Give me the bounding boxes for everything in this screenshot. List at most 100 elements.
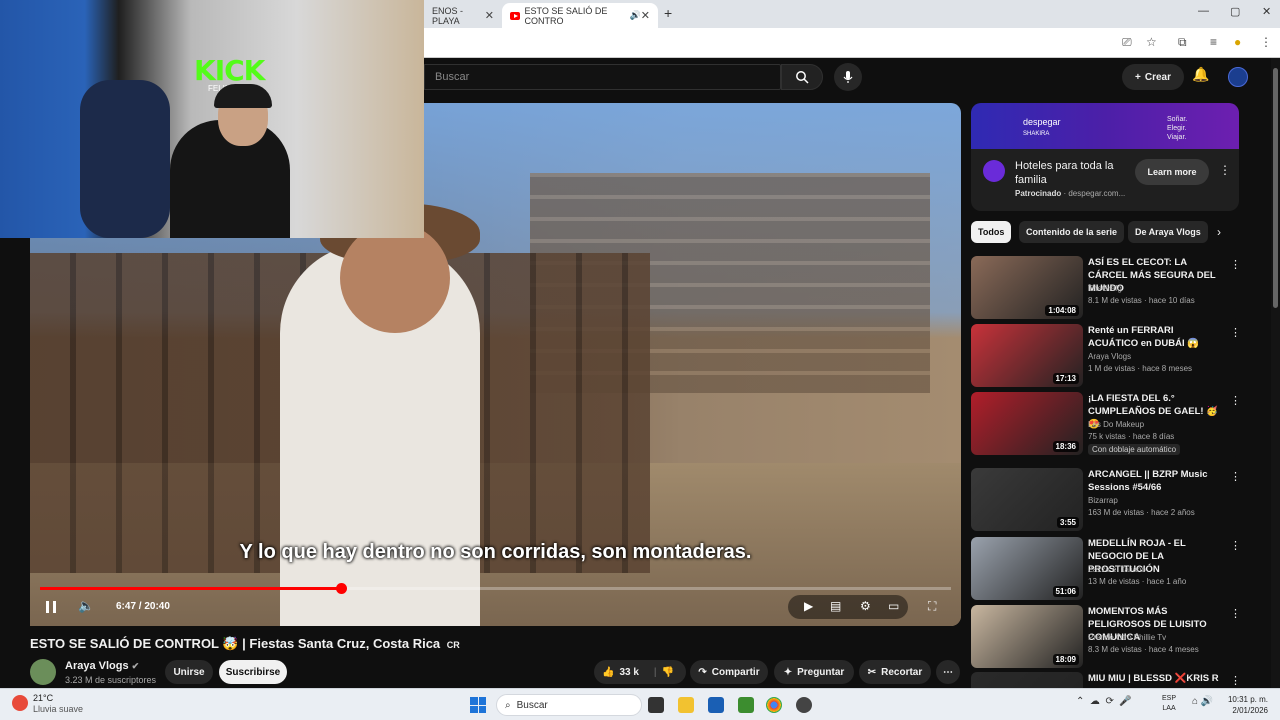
account-avatar[interactable]: [1228, 67, 1248, 87]
pause-button[interactable]: [46, 601, 56, 613]
page-scrollbar[interactable]: [1271, 58, 1280, 688]
fullscreen-icon[interactable]: ⛶: [928, 599, 936, 614]
taskbar-search[interactable]: ⌕ Buscar: [496, 694, 642, 716]
maximize-button[interactable]: ▢: [1230, 5, 1240, 18]
close-window-button[interactable]: ✕: [1262, 5, 1271, 18]
channel-name[interactable]: Araya Vlogs: [1088, 352, 1131, 361]
reading-list-icon[interactable]: ≡: [1210, 35, 1217, 49]
chrome-icon[interactable]: [766, 697, 782, 713]
recommended-video[interactable]: 17:13 Renté un FERRARI ACUÁTICO en DUBÁI …: [971, 324, 1241, 388]
channel-avatar[interactable]: [30, 659, 56, 685]
browser-menu-icon[interactable]: ⋮: [1260, 35, 1272, 49]
start-button[interactable]: [470, 697, 486, 713]
more-options-icon[interactable]: ⋮: [1230, 674, 1241, 687]
more-options-icon[interactable]: ⋮: [1230, 607, 1241, 620]
thumbs-down-icon[interactable]: 👎: [662, 667, 674, 678]
autoplay-icon[interactable]: ▶: [804, 599, 813, 613]
video-thumbnail[interactable]: 18:09: [971, 605, 1083, 668]
channel-name[interactable]: Bizarrap: [1088, 496, 1118, 505]
sponsored-ad-card[interactable]: despegar SHAKIRA Soñar. Elegir. Viajar. …: [971, 103, 1239, 211]
voice-search-button[interactable]: [834, 63, 862, 91]
video-thumbnail[interactable]: 51:06: [971, 537, 1083, 600]
tab-close-icon[interactable]: ✕: [485, 9, 494, 22]
cast-icon[interactable]: ⎚: [1122, 35, 1132, 50]
more-options-icon[interactable]: ⋮: [1230, 539, 1241, 552]
channel-name[interactable]: Prende Otro Phillie Tv: [1088, 633, 1166, 642]
video-thumbnail[interactable]: 3:55: [971, 468, 1083, 531]
notifications-bell-icon[interactable]: 🔔: [1192, 66, 1209, 83]
video-thumbnail[interactable]: 1:04:08: [971, 256, 1083, 319]
thumbs-up-icon[interactable]: 👍: [602, 667, 614, 678]
clip-label: Recortar: [881, 666, 923, 678]
progress-bar[interactable]: [40, 583, 951, 594]
task-view-icon[interactable]: [648, 697, 664, 713]
video-thumbnail[interactable]: 17:13: [971, 324, 1083, 387]
bookmark-star-icon[interactable]: ☆: [1146, 35, 1157, 49]
chevron-right-icon[interactable]: ›: [1217, 225, 1221, 239]
recommended-video[interactable]: 51:06 MEDELLÍN ROJA - EL NEGOCIO DE LA PR…: [971, 537, 1241, 601]
subtitles-icon[interactable]: ▤: [830, 599, 841, 613]
profile-icon[interactable]: ●: [1234, 35, 1241, 49]
scrollbar-thumb[interactable]: [1273, 68, 1278, 308]
video-meta: 13 M de vistas · hace 1 año: [1088, 577, 1187, 586]
miniplayer-icon[interactable]: ▭: [888, 599, 899, 613]
chip-channel[interactable]: De Araya Vlogs: [1128, 221, 1208, 243]
more-options-icon[interactable]: ⋮: [1230, 326, 1241, 339]
speaker-icon[interactable]: 🔊: [630, 10, 641, 21]
more-actions-button[interactable]: ⋯: [936, 660, 960, 684]
minimize-button[interactable]: —: [1198, 5, 1209, 17]
app-icon[interactable]: [796, 697, 812, 713]
video-title[interactable]: MIU MIU | BLESSD ❌KRIS R: [1088, 672, 1224, 685]
new-tab-button[interactable]: +: [664, 5, 672, 21]
search-button[interactable]: [781, 64, 823, 90]
more-options-icon[interactable]: ⋮: [1230, 470, 1241, 483]
video-title[interactable]: Renté un FERRARI ACUÁTICO en DUBÁI 😱: [1088, 324, 1224, 350]
language-indicator[interactable]: ESP LAA: [1162, 694, 1176, 714]
share-button[interactable]: ↷ Compartir: [690, 660, 768, 684]
more-options-icon[interactable]: ⋮: [1230, 258, 1241, 271]
video-meta: 8.3 M de vistas · hace 4 meses: [1088, 645, 1199, 654]
webcam-chair: [80, 80, 170, 238]
ad-tagline: Soñar. Elegir. Viajar.: [1167, 115, 1187, 142]
channel-name[interactable]: Araya Vlogs ✔: [65, 660, 139, 672]
tray-icons[interactable]: ⌃ ☁ ⟳ 🎤: [1076, 696, 1132, 707]
clock[interactable]: 10:31 p. m. 2/01/2026: [1224, 694, 1268, 716]
browser-tab-active[interactable]: ESTO SE SALIÓ DE CONTRO 🔊 ✕: [502, 3, 658, 28]
channel-name[interactable]: Les Do Makeup: [1088, 420, 1144, 429]
clip-button[interactable]: ✂ Recortar: [859, 660, 931, 684]
network-volume-icons[interactable]: ⌂ 🔊: [1192, 696, 1213, 707]
channel-name[interactable]: Zazza el italiano: [1088, 565, 1146, 574]
ad-title[interactable]: Hoteles para toda la familia: [1015, 159, 1125, 187]
tab-close-icon[interactable]: ✕: [641, 9, 650, 22]
minecraft-icon[interactable]: [738, 697, 754, 713]
search-icon: ⌕: [505, 699, 511, 711]
settings-gear-icon[interactable]: ⚙: [860, 599, 871, 613]
recommended-video[interactable]: 3:55 ARCANGEL || BZRP Music Sessions #54/…: [971, 468, 1241, 532]
extensions-icon[interactable]: ⧉: [1178, 35, 1187, 50]
search-input[interactable]: Buscar: [424, 64, 781, 90]
more-options-icon[interactable]: ⋮: [1230, 394, 1241, 407]
learn-more-button[interactable]: Learn more: [1135, 159, 1209, 185]
join-button[interactable]: Unirse: [165, 660, 213, 684]
recommended-video[interactable]: 18:36 ¡LA FIESTA DEL 6.° CUMPLEAÑOS DE GA…: [971, 392, 1241, 456]
recommended-video[interactable]: 1:04:08 ASÍ ES EL CECOT: LA CÁRCEL MÁS SE…: [971, 256, 1241, 320]
subscribe-button[interactable]: Suscribirse: [219, 660, 287, 684]
store-icon[interactable]: [708, 697, 724, 713]
browser-tab[interactable]: ENOS - PLAYA ✕: [424, 3, 502, 28]
ad-more-options-icon[interactable]: ⋮: [1219, 163, 1231, 177]
create-label: Crear: [1144, 71, 1171, 83]
ad-banner[interactable]: despegar SHAKIRA Soñar. Elegir. Viajar.: [971, 103, 1239, 149]
video-title[interactable]: ARCANGEL || BZRP Music Sessions #54/66: [1088, 468, 1224, 494]
like-count[interactable]: 33 k: [619, 667, 638, 678]
recommended-video[interactable]: 18:09 MOMENTOS MÁS PELIGROSOS DE LUISITO …: [971, 605, 1241, 669]
ad-brand: despegar SHAKIRA: [1023, 117, 1061, 137]
create-button[interactable]: + Crear: [1122, 64, 1184, 90]
chip-series[interactable]: Contenido de la serie: [1019, 221, 1125, 243]
video-thumbnail[interactable]: 18:36: [971, 392, 1083, 455]
chip-all[interactable]: Todos: [971, 221, 1012, 243]
file-explorer-icon[interactable]: [678, 697, 694, 713]
more-dots-icon: ⋯: [943, 666, 953, 678]
channel-name[interactable]: TheGrefg: [1088, 284, 1122, 293]
ask-button[interactable]: ✦ Preguntar: [774, 660, 854, 684]
volume-icon[interactable]: 🔈: [78, 598, 94, 614]
